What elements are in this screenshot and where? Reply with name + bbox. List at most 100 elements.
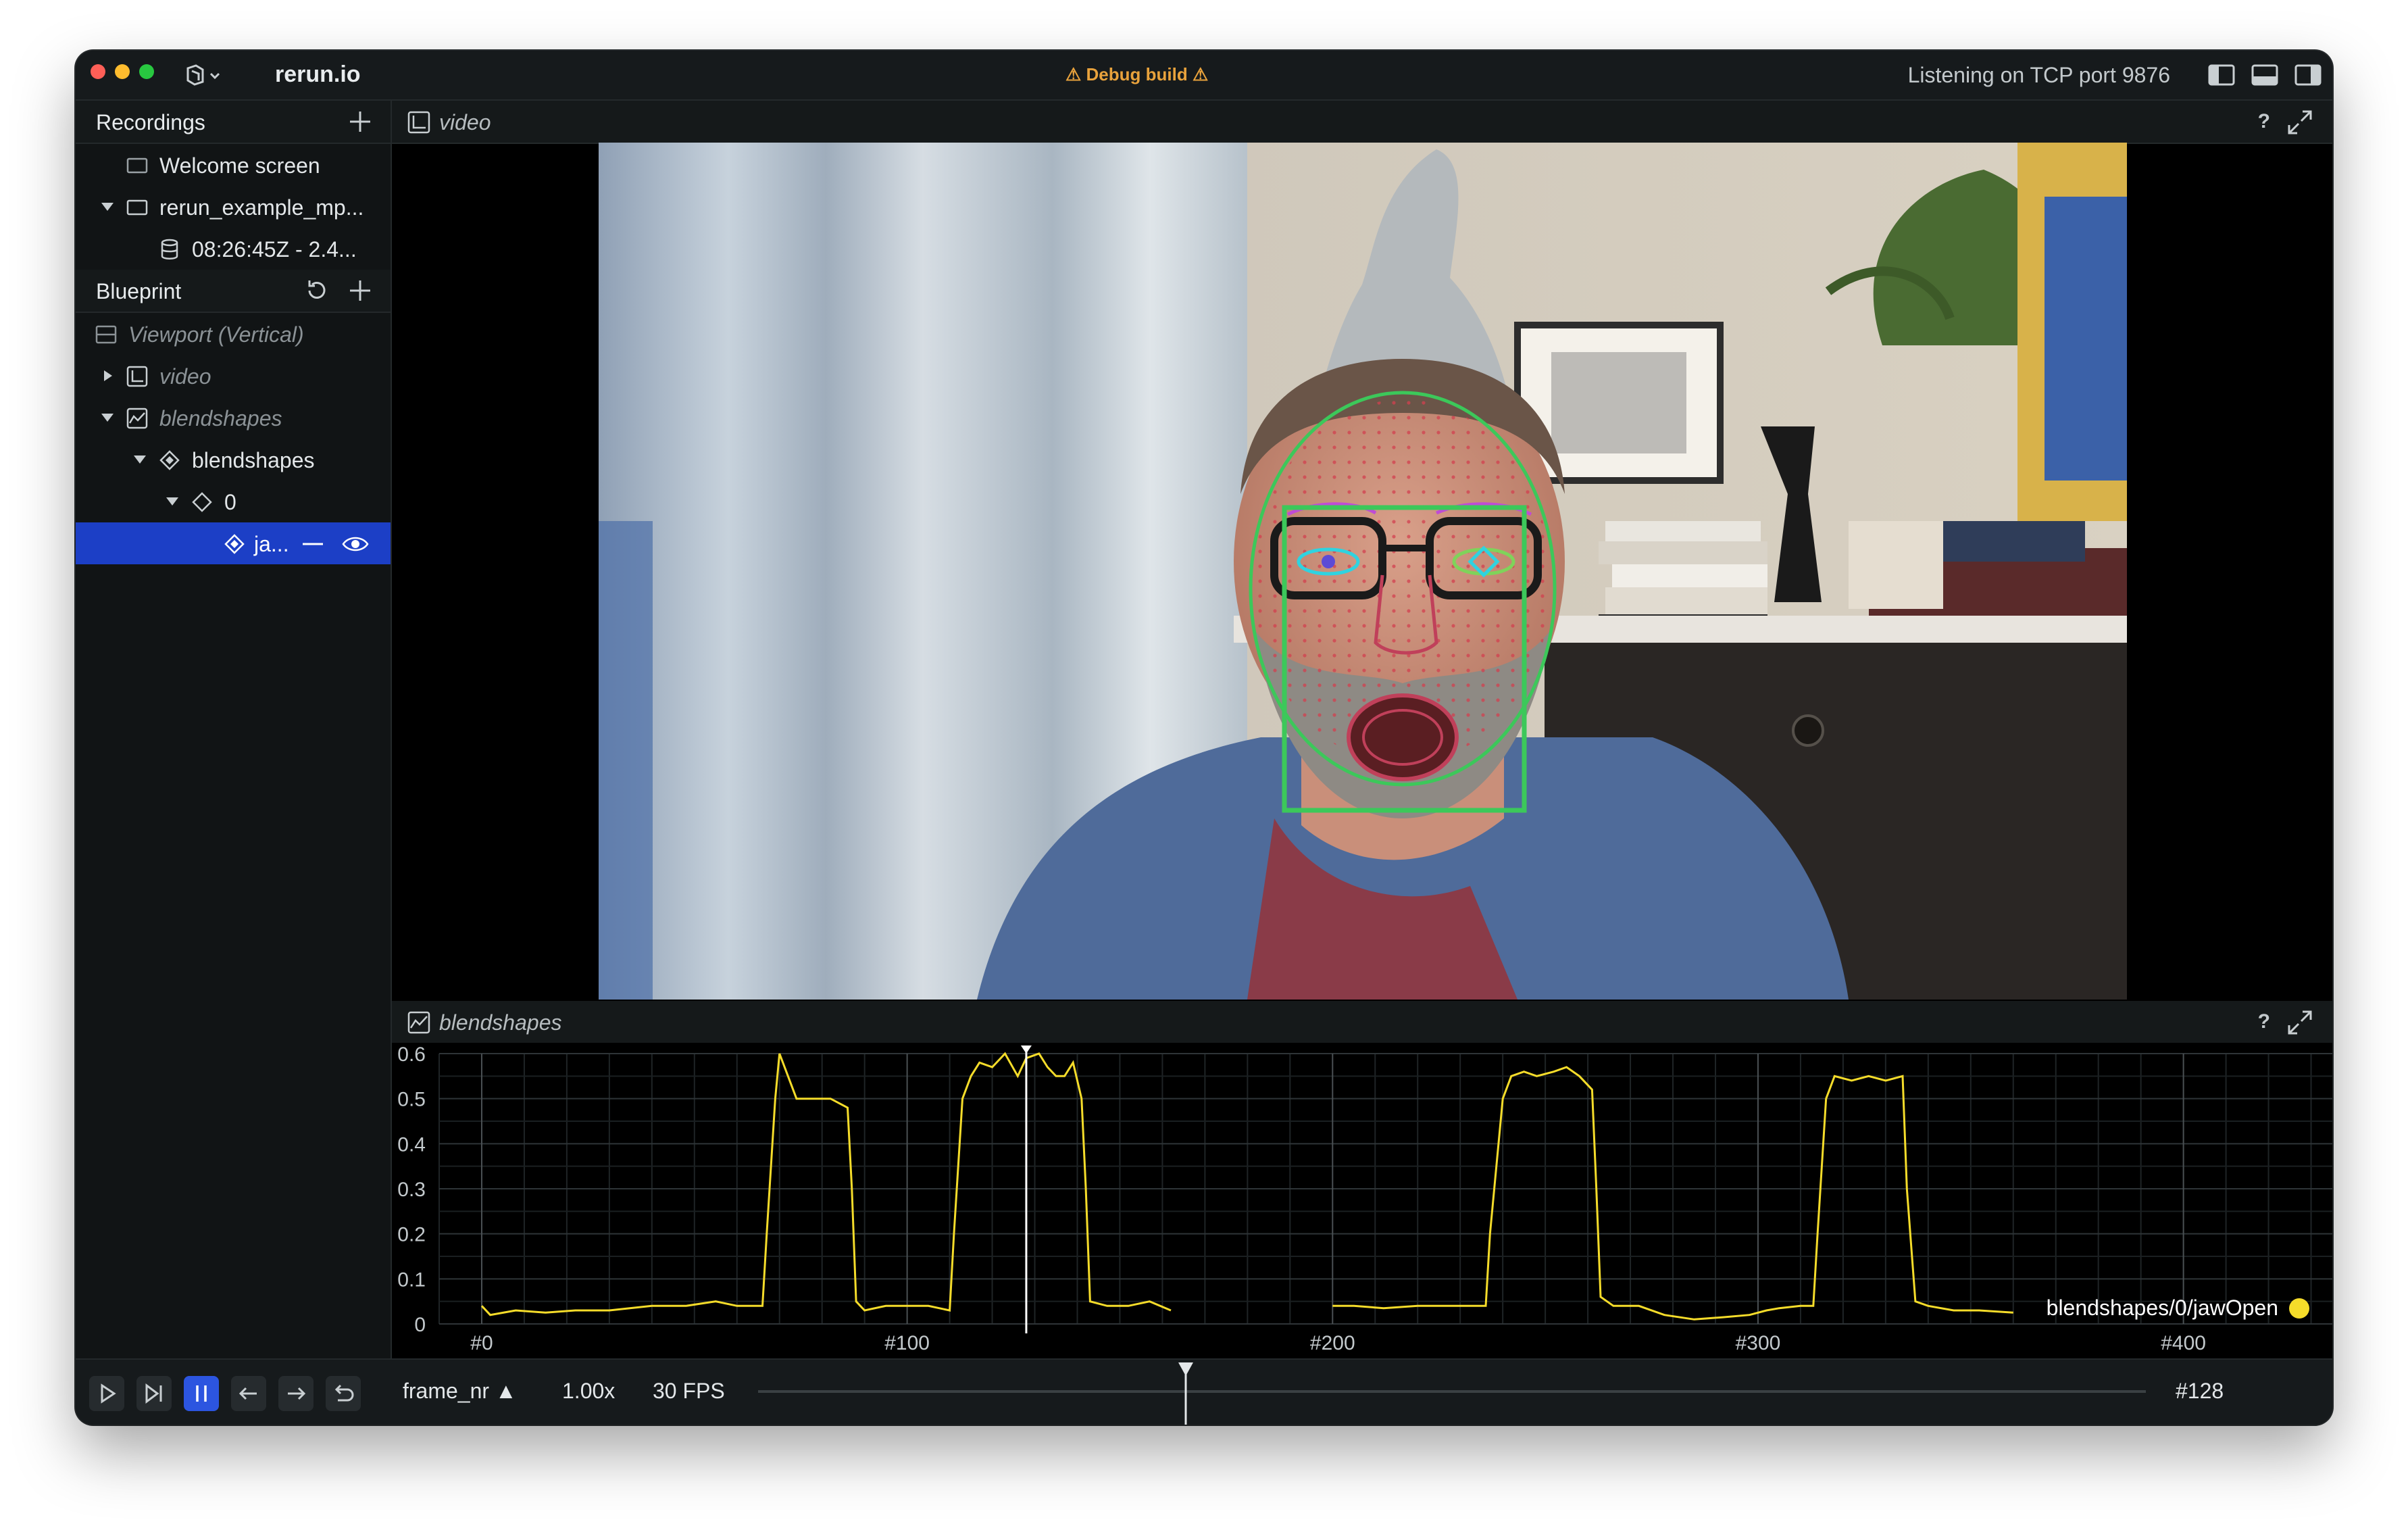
recordings-header: Recordings [76,101,391,144]
title-bar: rerun.io ⚠ Debug build ⚠ Listening on TC… [76,51,2332,101]
y-tick-label: 0.2 [397,1224,426,1246]
reset-blueprint-icon[interactable] [304,278,330,303]
pause-button[interactable] [184,1376,219,1411]
x-tick-label: #100 [884,1332,930,1354]
spatial-2d-view-icon [126,366,148,387]
blueprint-item-blendshapes-entity[interactable]: blendshapes [76,439,391,481]
step-forward-icon [145,1383,162,1404]
step-forward-button[interactable] [136,1376,172,1411]
y-tick-label: 0.4 [397,1133,426,1156]
entity-icon [192,492,212,512]
chevron-right-icon[interactable] [100,370,115,382]
video-frame-image [599,143,2127,1000]
blueprint-label: Viewport (Vertical) [128,322,304,347]
video-view-title: video [439,110,491,134]
blueprint-item-0[interactable]: 0 [76,481,391,522]
tcp-status: Listening on TCP port 9876 [1907,63,2170,87]
viewport-icon [95,325,117,344]
help-icon[interactable]: ? [2258,1010,2270,1033]
time-slider-handle[interactable] [1177,1360,1195,1425]
debug-build-badge: ⚠ Debug build ⚠ [1065,64,1209,84]
blueprint-label: video [159,364,211,389]
blueprint-item-video[interactable]: video [76,355,391,397]
y-tick-label: 0.5 [397,1089,426,1111]
time-slider-track[interactable] [758,1390,2146,1393]
recording-item-welcome[interactable]: Welcome screen [76,144,391,186]
chevron-down-icon[interactable] [100,412,115,424]
entity-icon [159,450,180,470]
visibility-eye-icon[interactable] [342,533,369,556]
timeline-selector[interactable]: frame_nr ▲ [403,1379,517,1404]
y-tick-label: 0.6 [397,1043,426,1066]
database-icon [161,239,178,260]
toggle-right-panel-icon[interactable] [2294,64,2322,86]
legend-color-swatch [2289,1298,2309,1319]
x-tick-label: #200 [1310,1332,1355,1354]
recordings-title: Recordings [96,110,205,134]
step-back-button[interactable] [231,1376,266,1411]
timeseries-plot[interactable]: 0 0.1 0.2 0.3 0.4 0.5 0.6 #0 #100 #200 #300 #400 [392,1043,2332,1360]
recording-item-store[interactable]: 08:26:45Z - 2.4... [76,228,391,270]
blueprint-label: 0 [224,490,236,514]
recording-label: rerun_example_mp... [159,195,364,220]
x-tick-label: #400 [2161,1332,2206,1354]
x-tick-label: #0 [470,1332,493,1354]
blueprint-header: Blueprint [76,270,391,313]
y-tick-label: 0.3 [397,1179,426,1201]
step-next-button[interactable] [278,1376,313,1411]
plot-view-header: blendshapes ? [392,1001,2332,1044]
recording-label: Welcome screen [159,153,320,178]
screen-icon [126,157,148,174]
legend-entry[interactable]: blendshapes/0/jawOpen [2047,1296,2278,1321]
recording-label: 08:26:45Z - 2.4... [192,237,357,262]
close-window-button[interactable] [91,64,105,79]
add-view-icon[interactable] [347,278,373,303]
x-tick-label: #300 [1736,1332,1781,1354]
current-frame: #128 [2176,1379,2224,1403]
plot-canvas[interactable]: 0 0.1 0.2 0.3 0.4 0.5 0.6 #0 #100 #200 #300 #400 [392,1043,2332,1360]
add-recording-icon[interactable] [347,109,373,134]
left-panel: Recordings Welcome screen rerun_example_… [76,101,392,1360]
loop-icon [334,1384,354,1402]
zoom-window-button[interactable] [139,64,154,79]
spatial-2d-view-icon [407,111,430,134]
toggle-left-panel-icon[interactable] [2208,64,2235,86]
blueprint-label: blendshapes [159,406,282,430]
arrow-left-icon [239,1387,257,1400]
blueprint-item-viewport[interactable]: Viewport (Vertical) [76,313,391,355]
remove-icon[interactable] [301,533,324,556]
rerun-logo-menu-icon[interactable] [184,63,224,87]
app-title: rerun.io [275,61,361,87]
plot-view-title: blendshapes [439,1010,562,1035]
arrow-right-icon [288,1387,306,1400]
play-icon [101,1383,116,1404]
maximize-icon[interactable] [2286,1009,2313,1036]
entity-icon [224,534,245,554]
pause-icon [196,1385,207,1402]
time-panel: frame_nr ▲ 1.00x 30 FPS #128 [76,1358,2332,1425]
timeseries-view-icon [126,408,148,429]
chevron-down-icon[interactable] [132,453,147,466]
maximize-icon[interactable] [2286,109,2313,136]
minimize-window-button[interactable] [115,64,130,79]
recording-item-app[interactable]: rerun_example_mp... [76,186,391,228]
video-view-header: video ? [392,101,2332,144]
blueprint-title: Blueprint [96,279,182,303]
chevron-down-icon[interactable] [100,201,115,213]
chevron-down-icon[interactable] [165,495,180,508]
app-window: rerun.io ⚠ Debug build ⚠ Listening on TC… [76,51,2332,1425]
toggle-bottom-panel-icon[interactable] [2251,64,2278,86]
time-cursor-marker [1020,1045,1032,1054]
help-icon[interactable]: ? [2258,110,2270,133]
blueprint-item-jawopen[interactable]: ja... [76,522,391,564]
series-line-jawopen [480,1052,1172,1316]
blueprint-item-blendshapes-view[interactable]: blendshapes [76,397,391,439]
playback-speed[interactable]: 1.00x [562,1379,615,1404]
loop-button[interactable] [326,1376,361,1411]
playback-fps[interactable]: 30 FPS [653,1379,725,1404]
blueprint-label: blendshapes [192,448,315,472]
y-tick-label: 0 [414,1314,426,1336]
y-tick-label: 0.1 [397,1269,426,1291]
play-button[interactable] [89,1376,124,1411]
blueprint-label: ja... [254,532,289,556]
